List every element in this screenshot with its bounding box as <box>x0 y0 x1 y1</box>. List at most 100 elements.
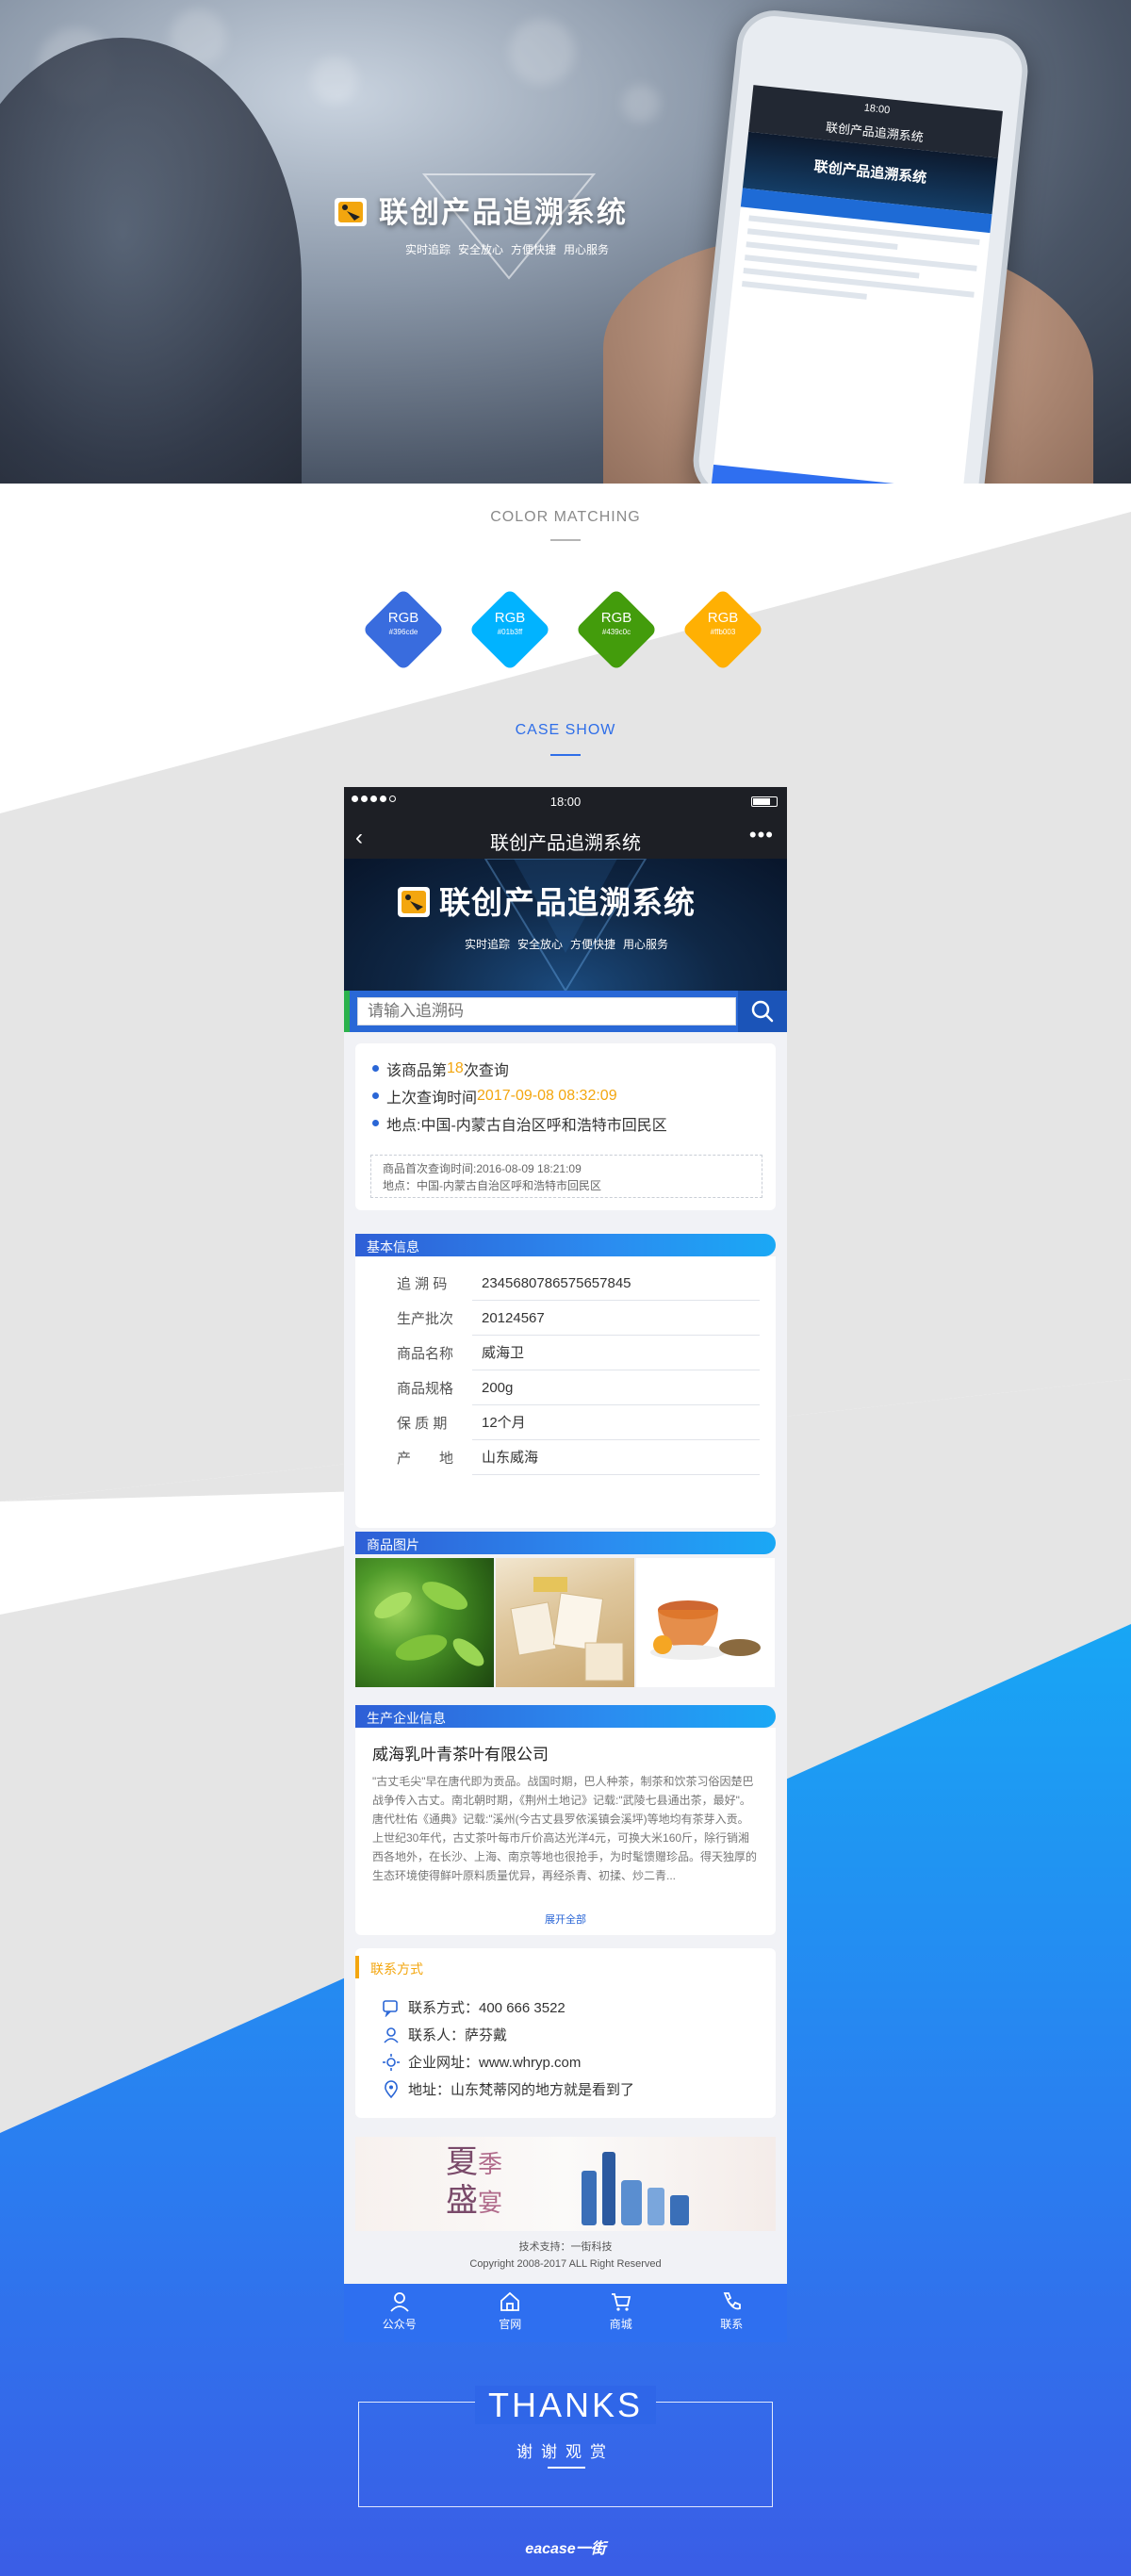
company-info-heading: 生产企业信息 <box>355 1705 776 1728</box>
banner-slogans: 实时追踪 安全放心 方便快捷 用心服务 <box>465 936 668 952</box>
info-key: 产 地 <box>397 1451 454 1467</box>
status-time: 18:00 <box>549 795 582 809</box>
home-icon <box>500 2291 520 2311</box>
hero-phone-screen: 18:00 联创产品追溯系统 联创产品追溯系统 <box>711 85 1003 484</box>
more-button[interactable]: ••• <box>749 823 774 847</box>
swatch-rgb: RGB <box>707 610 739 626</box>
first-query-time: 商品首次查询时间:2016-08-09 18:21:09 <box>383 1162 582 1175</box>
slogan: 实时追踪 <box>465 938 511 951</box>
app-screen: 18:00 ‹ 联创产品追溯系统 ••• 联创产品追溯系统 实时追踪 安全放心 … <box>344 787 787 2342</box>
contact-text: 企业网址：www.whryp.com <box>408 2055 582 2071</box>
tea-bags-image[interactable] <box>496 1558 634 1687</box>
person-silhouette <box>0 38 302 484</box>
slogan: 用心服务 <box>623 938 669 951</box>
company-info-card: 威海乳叶青茶叶有限公司 "古丈毛尖"早在唐代即为贡品。战国时期，巴人种茶，制茶和… <box>355 1728 776 1935</box>
hero-logo: 联创产品追溯系统 <box>332 189 628 231</box>
swatch-hex: #439c0c <box>601 628 631 636</box>
tab-label: 商城 <box>609 2318 632 2331</box>
tab-contact[interactable]: 联系 <box>677 2284 788 2342</box>
tea-cup-image[interactable] <box>636 1558 775 1687</box>
query-info-card: 该商品第 18 次查询 上次查询时间 2017-09-08 08:32:09 地… <box>355 1043 776 1210</box>
swatch-rgb: RGB <box>494 610 526 626</box>
info-value: 20124567 <box>472 1301 760 1336</box>
bokeh-light <box>311 57 358 104</box>
thanks-subtitle: 谢谢观赏 <box>516 2443 615 2461</box>
tab-official-account[interactable]: 公众号 <box>344 2284 455 2342</box>
case-show-title: CASE SHOW <box>515 722 616 738</box>
tab-store[interactable]: 商城 <box>566 2284 677 2342</box>
swatch-label: RGB #ffb003 <box>682 610 763 636</box>
summer-promo-banner[interactable]: 夏季 盛宴 <box>355 2137 776 2231</box>
nav-bar: ‹ 联创产品追溯系统 ••• <box>344 815 787 859</box>
brand-logo: eacase一街 <box>525 2541 606 2557</box>
swatch-hex: #396cde <box>388 628 418 636</box>
search-button[interactable] <box>738 991 787 1032</box>
location-icon <box>385 2079 398 2098</box>
tab-website[interactable]: 官网 <box>455 2284 566 2342</box>
swatch-label: RGB #439c0c <box>576 610 657 636</box>
hero-title: 联创产品追溯系统 <box>379 196 628 229</box>
info-key: 生产批次 <box>397 1311 454 1327</box>
query-count-value: 18 <box>447 1059 464 1076</box>
contact-person: 联系人：萨芬戴 <box>382 2021 776 2048</box>
info-key: 保 质 期 <box>397 1416 448 1432</box>
bottom-tab-bar: 公众号 官网 商城 联系 <box>344 2284 787 2342</box>
tab-label: 公众号 <box>382 2318 417 2331</box>
contact-website[interactable]: 企业网址：www.whryp.com <box>382 2048 776 2076</box>
person-icon <box>384 2026 399 2043</box>
hero-phone-tabbar <box>711 464 963 484</box>
info-value: 2345680786575657845 <box>472 1266 760 1301</box>
app-banner: 联创产品追溯系统 实时追踪 安全放心 方便快捷 用心服务 <box>344 859 787 991</box>
contact-address: 地址：山东梵蒂冈的地方就是看到了 <box>382 2076 776 2103</box>
swatch-label: RGB #01b3ff <box>469 610 550 636</box>
slogan: 安全放心 <box>517 938 564 951</box>
banner-logo: 联创产品追溯系统 <box>396 878 696 923</box>
bokeh-light <box>622 85 660 123</box>
swatch-rgb: RGB <box>600 610 632 626</box>
last-query-time-value: 2017-09-08 08:32:09 <box>477 1087 617 1104</box>
info-key: 追 溯 码 <box>397 1276 448 1292</box>
hero-slogans: 实时追踪 安全放心 方便快捷 用心服务 <box>405 241 609 257</box>
promo-char: 宴 <box>478 2190 503 2218</box>
hero-banner: 联创产品追溯系统 实时追踪 安全放心 方便快捷 用心服务 18:00 联创产品追… <box>0 0 1131 484</box>
thanks-title: THANKS <box>359 2386 772 2425</box>
company-description: "古丈毛尖"早在唐代即为贡品。战国时期，巴人种茶，制茶和饮茶习俗因楚巴战争传入古… <box>372 1775 758 1882</box>
query-count: 该商品第 18 次查询 <box>372 1055 762 1082</box>
battery-icon <box>751 796 778 807</box>
swatch-rgb: RGB <box>387 610 419 626</box>
color-swatches: RGB #396cde RGB #01b3ff RGB #439c0c RGB … <box>362 588 768 674</box>
contact-text: 联系人：萨芬戴 <box>408 2027 508 2043</box>
search-input[interactable] <box>357 997 736 1025</box>
info-value: 威海卫 <box>472 1336 760 1370</box>
info-row: 追 溯 码 2345680786575657845 <box>397 1266 776 1301</box>
first-query-box: 商品首次查询时间:2016-08-09 18:21:09 地点：中国-内蒙古自治… <box>370 1155 762 1198</box>
cosmetics-bottles-image <box>582 2152 689 2225</box>
bokeh-light <box>509 19 575 85</box>
tea-leaves-image[interactable] <box>355 1558 494 1687</box>
slogan: 方便快捷 <box>570 938 616 951</box>
contact-phone[interactable]: 联系方式：400 666 3522 <box>382 1994 776 2021</box>
info-key: 商品名称 <box>397 1346 454 1362</box>
basic-info-card: 追 溯 码 2345680786575657845 生产批次 20124567 商品… <box>355 1256 776 1528</box>
product-pictures-heading: 商品图片 <box>355 1532 776 1554</box>
banner-title: 联创产品追溯系统 <box>439 885 696 920</box>
expand-all-link[interactable]: 展开全部 <box>372 1911 759 1927</box>
slogan: 方便快捷 <box>511 243 557 256</box>
title-divider <box>550 754 581 756</box>
info-row: 商品名称 威海卫 <box>397 1336 776 1370</box>
thanks-divider <box>548 2467 585 2469</box>
tech-support: 技术支持：一街科技 <box>518 2241 613 2253</box>
first-query-place: 地点：中国-内蒙古自治区呼和浩特市回民区 <box>383 1179 601 1192</box>
info-row: 生产批次 20124567 <box>397 1301 776 1336</box>
sun-icon <box>383 2053 400 2071</box>
last-query-time: 上次查询时间 2017-09-08 08:32:09 <box>372 1082 762 1109</box>
promo-char: 夏 <box>446 2143 478 2181</box>
tag-logo-icon <box>332 190 371 230</box>
info-value: 200g <box>472 1370 760 1405</box>
contact-heading: 联系方式 <box>355 1956 434 1978</box>
contact-text: 地址：山东梵蒂冈的地方就是看到了 <box>408 2082 635 2098</box>
contact-card: 联系方式 联系方式：400 666 3522 联系人：萨芬戴 企业网址：www.… <box>355 1948 776 2118</box>
promo-char: 季 <box>478 2151 503 2179</box>
slogan: 用心服务 <box>564 243 610 256</box>
person-icon <box>390 2292 409 2312</box>
